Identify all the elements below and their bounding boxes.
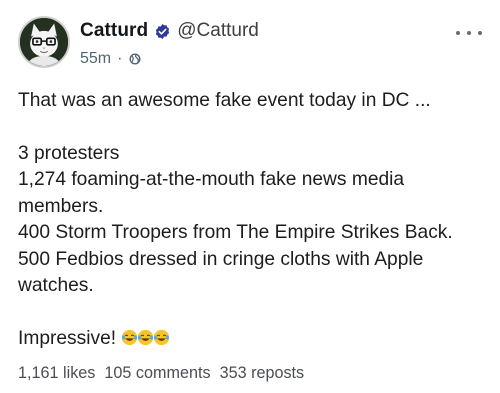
post-stats: 1,161 likes 105 comments 353 reposts	[18, 364, 304, 383]
post-text-line-impressive: Impressive!	[18, 326, 486, 353]
post-text-line: 500 Fedbios dressed in cringe cloths wit…	[18, 248, 429, 297]
author-display-name[interactable]: Catturd	[80, 20, 148, 42]
tears-of-joy-emoji-icon	[121, 329, 138, 346]
author-handle[interactable]: @Catturd	[177, 20, 259, 42]
post-meta: 55m ·	[80, 50, 142, 68]
post-header: Catturd @Catturd 55m ·	[18, 16, 482, 72]
post-text-line: 1,274 foaming-at-the-mouth fake news med…	[18, 169, 410, 217]
verified-badge-icon	[154, 23, 171, 40]
tears-of-joy-emoji-icon	[153, 329, 170, 346]
impressive-text: Impressive!	[18, 327, 117, 349]
ellipsis-icon	[456, 31, 460, 35]
author-row: Catturd @Catturd	[80, 20, 259, 42]
comments-count[interactable]: 105 comments	[104, 364, 210, 383]
post-text-line: 3 protesters	[18, 142, 120, 164]
reposts-count[interactable]: 353 reposts	[220, 364, 305, 383]
likes-count[interactable]: 1,161 likes	[18, 364, 95, 383]
post-text-line: That was an awesome fake event today in …	[18, 90, 431, 111]
meta-separator: ·	[117, 50, 123, 67]
tears-of-joy-emoji-icon	[137, 329, 154, 346]
post-body: That was an awesome fake event today in …	[18, 88, 486, 352]
post-card: Catturd @Catturd 55m · That was an aweso…	[0, 0, 500, 393]
globe-icon	[128, 52, 142, 66]
post-text-line: 400 Storm Troopers from The Empire Strik…	[18, 222, 453, 243]
cat-avatar-icon	[20, 18, 68, 66]
avatar[interactable]	[18, 16, 70, 68]
post-age[interactable]: 55m	[80, 50, 111, 68]
more-options-button[interactable]	[456, 26, 482, 40]
